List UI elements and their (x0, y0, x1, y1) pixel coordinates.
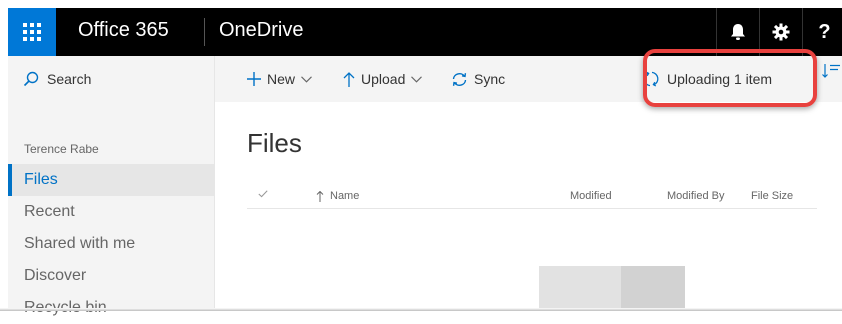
help-button[interactable]: ? (807, 8, 842, 56)
new-button[interactable]: New (247, 56, 312, 102)
left-navigation: Search Terence Rabe Files Recent Shared … (8, 56, 215, 316)
page-title: Files (247, 128, 302, 158)
illustration-fold (621, 266, 685, 311)
gear-icon (772, 23, 790, 41)
search-box[interactable]: Search (8, 56, 214, 102)
plus-icon (247, 72, 261, 86)
search-label: Search (47, 71, 92, 87)
column-header-modified-by[interactable]: Modified By (667, 190, 724, 202)
app-name[interactable]: OneDrive (219, 19, 303, 42)
column-header-modified[interactable]: Modified (570, 190, 612, 202)
column-header-file-size[interactable]: File Size (751, 190, 793, 202)
sidebar-item-files[interactable]: Files (8, 164, 214, 196)
sort-icon[interactable] (822, 64, 840, 78)
status-highlight (643, 49, 817, 107)
help-icon: ? (818, 20, 831, 43)
chevron-down-icon (301, 75, 312, 83)
header-divider (204, 18, 205, 46)
column-header-divider (247, 208, 817, 209)
sort-ascending-icon (316, 190, 324, 202)
empty-folder-illustration (539, 266, 685, 311)
sidebar-item-recent[interactable]: Recent (8, 196, 214, 228)
search-icon (23, 71, 39, 87)
upload-label: Upload (361, 71, 406, 87)
user-name: Terence Rabe (24, 142, 99, 156)
sidebar-item-label: Recent (24, 203, 75, 220)
upload-arrow-icon (343, 71, 355, 87)
sync-icon (451, 72, 468, 87)
app-launcher-button[interactable] (8, 8, 56, 56)
column-header-name[interactable]: Name (316, 190, 359, 202)
upload-button[interactable]: Upload (343, 56, 423, 102)
sidebar-item-shared-with-me[interactable]: Shared with me (8, 228, 214, 260)
sync-button[interactable]: Sync (451, 56, 505, 102)
sidebar-item-label: Discover (24, 267, 87, 284)
sync-label: Sync (474, 71, 506, 87)
column-header-label: Name (330, 190, 360, 202)
new-label: New (267, 71, 296, 87)
select-all-checkmark-icon[interactable] (258, 190, 268, 198)
bell-icon (731, 24, 745, 40)
sidebar-item-label: Shared with me (24, 235, 136, 252)
sidebar-item-discover[interactable]: Discover (8, 260, 214, 292)
suite-name[interactable]: Office 365 (78, 19, 169, 42)
sidebar-item-label: Files (24, 171, 58, 188)
waffle-icon (23, 23, 41, 41)
chevron-down-icon (411, 75, 423, 83)
